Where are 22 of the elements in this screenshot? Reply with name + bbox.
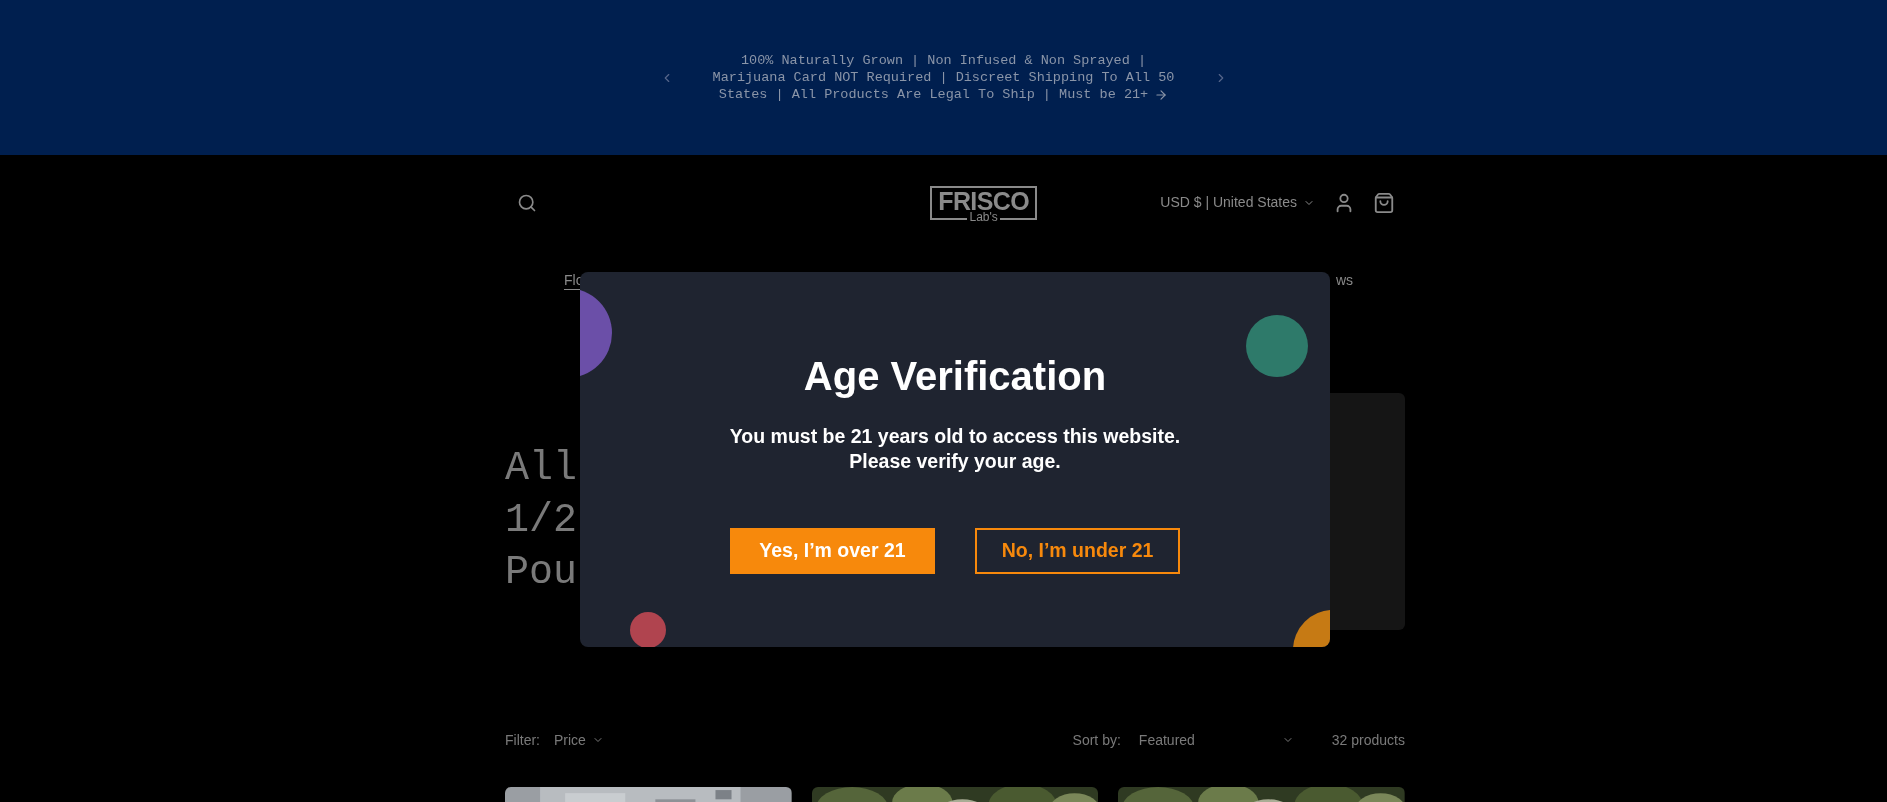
nav-link[interactable]: ws [1335, 270, 1353, 291]
modal-message: Please verify your age. [849, 449, 1061, 474]
search-icon[interactable] [517, 192, 537, 213]
sort-label: Sort by: [1072, 730, 1121, 750]
hero-title: Pou [505, 549, 577, 597]
sort-dropdown[interactable]: Featured [1138, 729, 1294, 751]
price-filter[interactable]: Price [554, 729, 604, 751]
product-count: 32 products [1331, 730, 1405, 750]
decorative-circle [1246, 315, 1308, 377]
announcement-text: 100% Naturally Grown | Non Infused & Non Sprayed | [740, 52, 1147, 69]
deny-age-button[interactable]: No, I’m under 21 [975, 528, 1180, 574]
filter-label: Filter: [505, 730, 540, 750]
hero-title: All [505, 445, 577, 493]
cart-icon[interactable] [1373, 191, 1395, 214]
arrow-right-icon[interactable] [1154, 87, 1169, 102]
announcement-text: Marijuana Card NOT Required | Discreet Shipping To All 50 [712, 69, 1175, 86]
announcement-text: States | All Products Are Legal To Ship | Must be 21+ [718, 86, 1149, 103]
hero-title: 1/2 [505, 497, 577, 545]
logo[interactable]: FRISCO Lab's [930, 185, 1037, 220]
modal-message: You must be 21 years old to access this website. [729, 424, 1181, 449]
modal-title: Age Verification [803, 356, 1107, 396]
currency-selector[interactable]: USD $ | United States [1160, 192, 1315, 213]
